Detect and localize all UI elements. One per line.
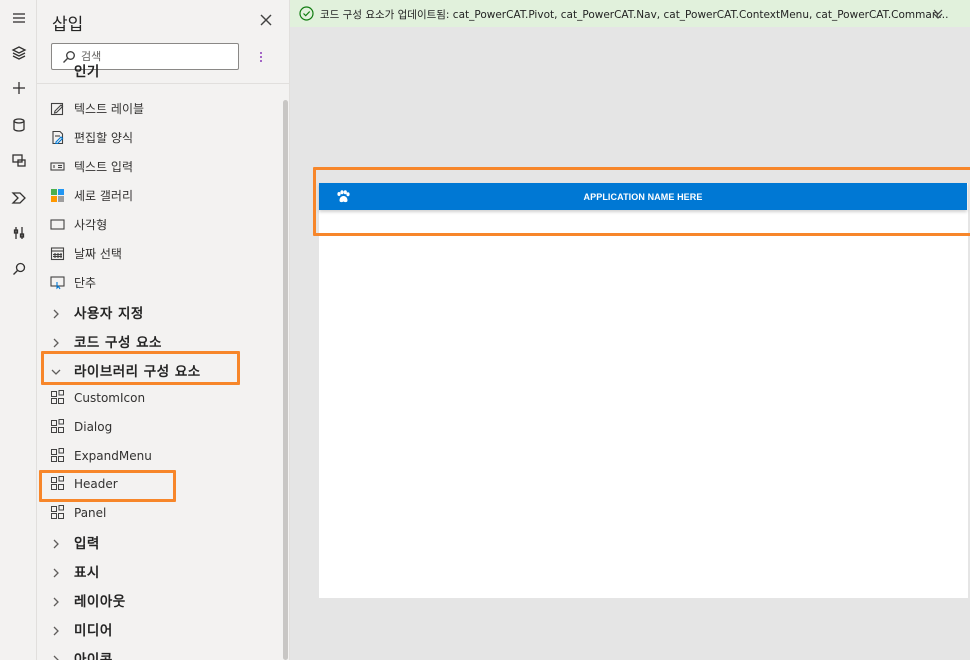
category-input[interactable]: 입력 (37, 527, 282, 556)
library-item-panel[interactable]: Panel (37, 498, 282, 527)
category-label: 라이브러리 구성 요소 (74, 363, 201, 380)
item-label: CustomIcon (74, 390, 146, 405)
item-label: 사각형 (74, 218, 108, 232)
category-label: 아이콘 (74, 651, 113, 660)
hamburger-menu-icon[interactable] (0, 1, 37, 35)
insert-item-button[interactable]: 단추 (37, 268, 282, 297)
chevron-right-icon (51, 623, 61, 636)
app-canvas[interactable] (319, 183, 968, 598)
header-component[interactable]: APPLICATION NAME HERE (319, 183, 967, 210)
power-automate-icon[interactable] (0, 181, 37, 215)
left-rail (0, 0, 37, 660)
chevron-right-icon (51, 594, 61, 607)
edit-form-icon (50, 130, 65, 145)
item-label: 날짜 선택 (74, 247, 122, 261)
item-label: ExpandMenu (74, 448, 152, 463)
insert-item-rectangle[interactable]: 사각형 (37, 210, 282, 239)
item-label: Panel (74, 505, 107, 520)
category-popular[interactable]: 인기 (37, 60, 282, 78)
chevron-right-icon (51, 652, 61, 660)
chevron-right-icon (51, 565, 61, 578)
library-item-dialog[interactable]: Dialog (37, 412, 282, 441)
panel-title: 삽입 (52, 15, 84, 34)
success-check-icon (299, 6, 314, 21)
category-label: 입력 (74, 535, 100, 552)
category-label: 코드 구성 요소 (74, 334, 162, 351)
panel-scrollbar[interactable] (283, 100, 288, 660)
item-label: 텍스트 입력 (74, 160, 134, 174)
notification-bar: 코드 구성 요소가 업데이트됨: cat_PowerCAT.Pivot, cat… (290, 0, 970, 27)
component-icon (50, 505, 65, 520)
item-label: 텍스트 레이블 (74, 102, 145, 116)
rectangle-icon (50, 217, 65, 232)
library-item-customicon[interactable]: CustomIcon (37, 383, 282, 412)
data-database-icon[interactable] (0, 108, 37, 142)
notification-message: 코드 구성 요소가 업데이트됨: cat_PowerCAT.Pivot, cat… (320, 9, 949, 21)
button-icon (50, 275, 65, 290)
category-label: 레이아웃 (74, 593, 126, 610)
insert-item-vertical-gallery[interactable]: 세로 갤러리 (37, 181, 282, 210)
item-label: 단추 (74, 276, 97, 290)
media-icon[interactable] (0, 143, 37, 177)
insert-item-edit-form[interactable]: 편집할 양식 (37, 123, 282, 152)
category-layout[interactable]: 레이아웃 (37, 585, 282, 614)
item-label: 편집할 양식 (74, 131, 134, 145)
item-label: 세로 갤러리 (74, 189, 134, 203)
text-label-icon (50, 101, 65, 116)
category-library-components[interactable]: 라이브러리 구성 요소 (37, 355, 282, 384)
chevron-double-down-icon[interactable] (932, 7, 944, 19)
item-label: Dialog (74, 419, 113, 434)
category-label: 사용자 지정 (74, 305, 144, 322)
insert-panel: 삽입 인기 텍스트 레이블 편집할 양식 (37, 0, 290, 660)
divider (37, 83, 289, 84)
category-custom[interactable]: 사용자 지정 (37, 297, 282, 326)
vertical-gallery-icon (50, 188, 65, 203)
search-icon[interactable] (0, 252, 37, 286)
chevron-right-icon (51, 306, 61, 319)
library-item-header[interactable]: Header (37, 469, 282, 498)
component-icon (50, 476, 65, 491)
component-icon (50, 390, 65, 405)
insert-item-text-input[interactable]: 텍스트 입력 (37, 152, 282, 181)
category-label: 인기 (74, 64, 100, 78)
category-icons[interactable]: 아이콘 (37, 643, 282, 660)
chevron-down-icon (51, 364, 61, 375)
library-item-expandmenu[interactable]: ExpandMenu (37, 441, 282, 470)
category-display[interactable]: 표시 (37, 556, 282, 585)
chevron-right-icon (51, 536, 61, 549)
tools-icon[interactable] (0, 216, 37, 250)
category-media[interactable]: 미디어 (37, 614, 282, 643)
tree-view-layers-icon[interactable] (0, 36, 37, 70)
item-label: Header (74, 476, 118, 491)
close-icon[interactable] (258, 12, 274, 28)
chevron-right-icon (51, 335, 61, 348)
date-picker-icon (50, 246, 65, 261)
component-icon (50, 419, 65, 434)
category-label: 표시 (74, 564, 100, 581)
insert-plus-icon[interactable] (0, 71, 37, 105)
component-icon (50, 448, 65, 463)
insert-item-text-label[interactable]: 텍스트 레이블 (37, 94, 282, 123)
text-input-icon (50, 159, 65, 174)
app-title: APPLICATION NAME HERE (583, 192, 703, 202)
insert-item-date-picker[interactable]: 날짜 선택 (37, 239, 282, 268)
category-code-components[interactable]: 코드 구성 요소 (37, 326, 282, 355)
category-label: 미디어 (74, 622, 113, 639)
